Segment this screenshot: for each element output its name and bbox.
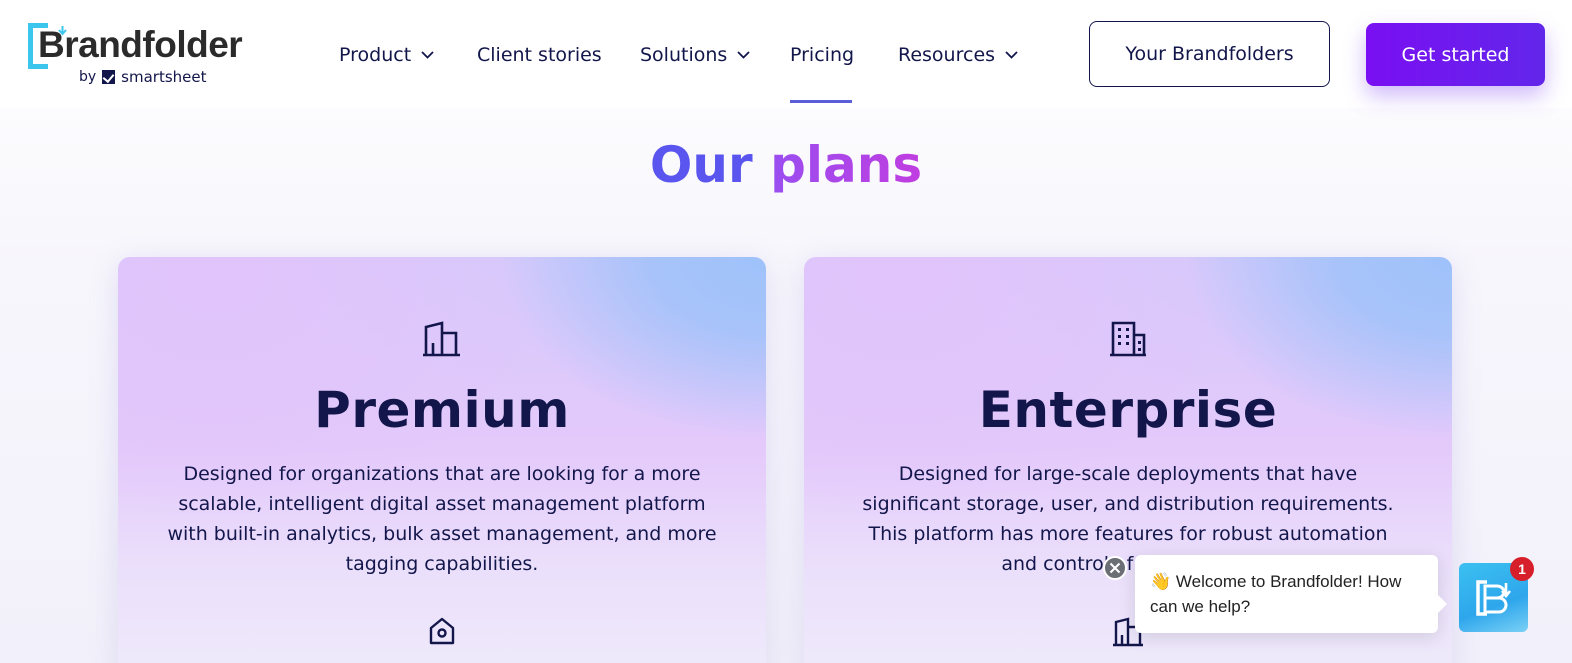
close-icon: [1109, 562, 1121, 574]
brandfolder-logo-icon: [1475, 579, 1511, 616]
chat-close-button[interactable]: [1103, 556, 1127, 580]
your-brandfolders-button[interactable]: Your Brandfolders: [1089, 21, 1330, 87]
chevron-down-icon: [1005, 51, 1018, 59]
home-icon: [429, 617, 455, 645]
nav-solutions-label: Solutions: [640, 44, 728, 66]
plans-heading-word1: Our: [649, 136, 753, 194]
site-header: Brandfolder by smartsheet Product Client…: [0, 0, 1572, 108]
logo-parent: smartsheet: [121, 68, 207, 86]
plan-title: Premium: [314, 381, 570, 439]
wave-emoji: 👋: [1150, 572, 1172, 591]
brandfolder-logo[interactable]: Brandfolder by smartsheet: [28, 22, 243, 88]
nav-client-stories[interactable]: Client stories: [477, 40, 602, 70]
plan-title: Enterprise: [978, 381, 1278, 439]
nav-resources[interactable]: Resources: [898, 40, 1018, 70]
plans-heading: Our plans: [0, 134, 1572, 196]
chevron-down-icon: [737, 51, 750, 59]
nav-product-label: Product: [339, 44, 412, 66]
nav-pricing[interactable]: Pricing: [790, 40, 854, 70]
logo-wordmark: Brandfolder: [38, 24, 243, 65]
nav-resources-label: Resources: [898, 44, 996, 66]
office-building-icon: [1110, 321, 1146, 357]
nav-client-stories-label: Client stories: [477, 44, 602, 66]
smartsheet-icon: [102, 70, 116, 84]
plan-card-premium: Premium Designed for organizations that …: [118, 257, 766, 663]
nav-pricing-label: Pricing: [790, 44, 855, 66]
nav-solutions[interactable]: Solutions: [640, 40, 750, 70]
chat-message: Welcome to Brandfolder! How can we help?: [1150, 572, 1402, 616]
plan-description: Designed for organizations that are look…: [167, 463, 717, 575]
notification-badge: 1: [1510, 557, 1534, 581]
plans-heading-word2: plans: [770, 136, 923, 194]
chevron-down-icon: [421, 51, 434, 59]
nav-active-indicator: [790, 100, 852, 103]
chat-welcome-bubble[interactable]: 👋 Welcome to Brandfolder! How can we hel…: [1135, 555, 1447, 633]
logo-byline: by smartsheet: [79, 68, 207, 86]
logo-by: by: [79, 69, 97, 85]
building-icon: [423, 321, 460, 357]
nav-product[interactable]: Product: [339, 40, 434, 70]
get-started-button[interactable]: Get started: [1366, 23, 1545, 86]
